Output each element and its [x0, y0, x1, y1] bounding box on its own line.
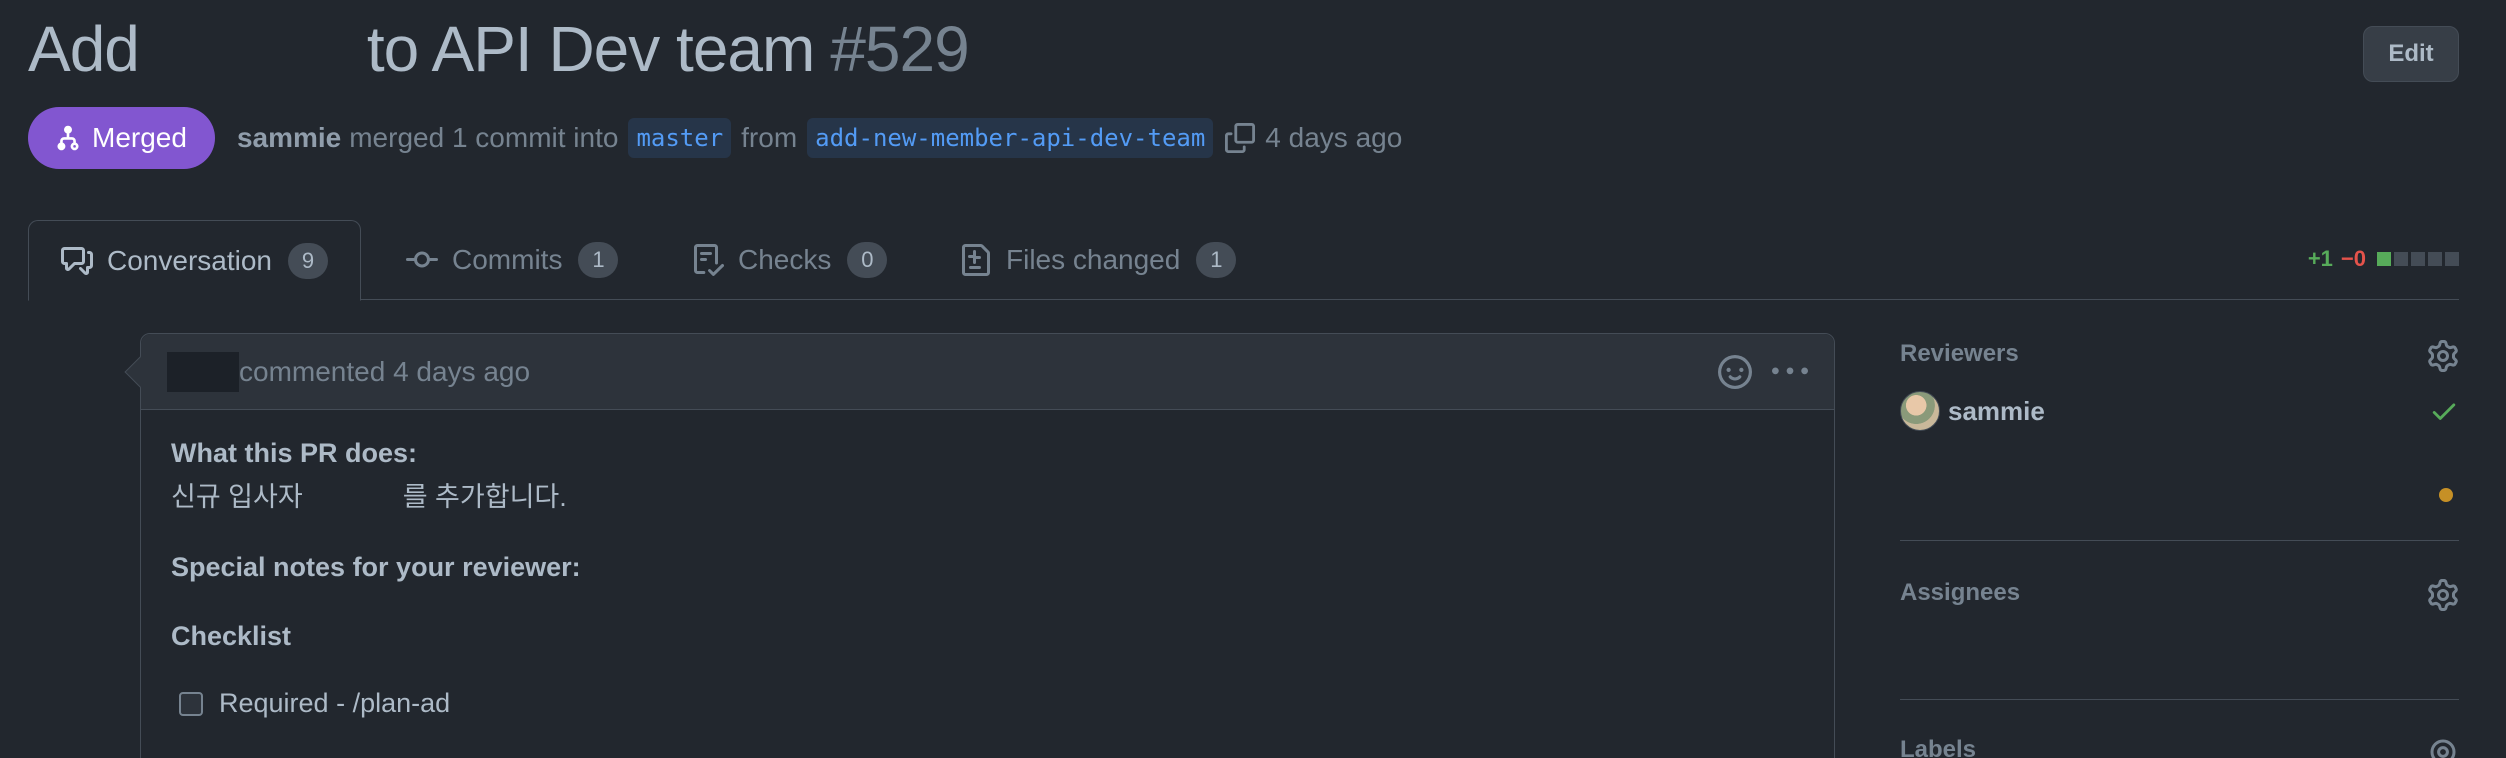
pr-number: #529 [830, 13, 969, 85]
file-diff-icon [960, 244, 992, 276]
merged-state-badge: Merged [28, 107, 215, 169]
tab-conversation[interactable]: Conversation 9 [28, 220, 361, 301]
assignees-section: Assignees [1900, 541, 2459, 699]
pr-meta: Merged sammie merged 1 commit into maste… [28, 106, 1402, 170]
tab-files-changed[interactable]: Files changed 1 [960, 220, 1237, 300]
copy-icon[interactable] [1225, 123, 1256, 153]
tab-counter: 1 [578, 242, 619, 278]
merge-time: 4 days ago [1265, 122, 1403, 153]
gear-icon[interactable] [2427, 579, 2459, 611]
redacted-author [167, 351, 239, 392]
diffstat-block [2394, 252, 2408, 266]
comment-timestamp[interactable]: commented 4 days ago [239, 356, 530, 388]
pr-title: Add to API Dev team #529 [28, 13, 970, 85]
gear-icon[interactable] [2427, 736, 2459, 758]
what-line: 신규 입사자 를 추가합니다. [171, 475, 1804, 514]
what-line-part2: 를 추가합니다. [402, 482, 567, 512]
from-text: from [741, 122, 798, 153]
task-checkbox[interactable] [179, 691, 203, 716]
what-heading: What this PR does: [171, 438, 418, 468]
diffstat-block [2445, 252, 2459, 266]
git-merge-icon [57, 125, 79, 151]
labels-title[interactable]: Labels [1900, 736, 2459, 758]
comment-header: commented 4 days ago [141, 334, 1834, 410]
reviewer-name[interactable]: sammie [1948, 396, 2045, 427]
tab-counter: 1 [1196, 242, 1237, 278]
gear-icon[interactable] [2427, 340, 2459, 372]
merge-author-link[interactable]: sammie [237, 122, 341, 154]
what-line-part1: 신규 입사자 [171, 482, 303, 512]
check-icon [2429, 396, 2459, 426]
tab-commits[interactable]: Commits 1 [406, 220, 619, 300]
smiley-icon[interactable] [1718, 355, 1752, 389]
assignees-title[interactable]: Assignees [1900, 579, 2459, 607]
comment-discussion-icon [61, 245, 93, 277]
diffstat-block [2377, 252, 2391, 266]
git-commit-icon [406, 244, 438, 276]
tab-counter: 9 [287, 242, 328, 279]
tab-counter: 0 [847, 242, 888, 278]
tab-checks[interactable]: Checks 0 [692, 220, 888, 300]
edit-title-button[interactable]: Edit [2363, 26, 2459, 82]
diff-additions: +1 [2307, 246, 2333, 271]
diffstat-block [2411, 252, 2425, 266]
pr-description-comment: commented 4 days ago What this PR does: … [124, 333, 1835, 758]
checklist-item: Required - /plan-ad [179, 688, 1804, 719]
redacted-name-gap [303, 475, 403, 514]
base-branch-link[interactable]: master [628, 118, 732, 158]
tab-label: Commits [452, 244, 563, 275]
tab-label: Files changed [1006, 244, 1181, 275]
notes-heading: Special notes for your reviewer: [171, 552, 581, 582]
pending-dot-icon [2439, 488, 2453, 502]
merge-text: merged 1 commit into [349, 122, 619, 153]
diffstat: +1 −0 [2308, 246, 2459, 272]
head-branch-link[interactable]: add-new-member-api-dev-team [807, 118, 1214, 158]
pr-title-part2: to API Dev team [366, 13, 815, 85]
tab-label: Conversation [107, 244, 272, 276]
diff-deletions: −0 [2340, 246, 2366, 271]
kebab-horizontal-icon[interactable] [1772, 354, 1808, 390]
diffstat-block [2428, 252, 2442, 266]
reviewers-title[interactable]: Reviewers [1900, 340, 2459, 368]
reviewer-row: sammie [1900, 390, 2459, 432]
avatar[interactable] [1900, 391, 1940, 431]
pr-tabs: Conversation 9 Commits 1 Checks 0 Files … [28, 220, 2459, 301]
comment-body: What this PR does: 신규 입사자 를 추가합니다. Speci… [141, 410, 1834, 719]
checklist-item-label: Required - /plan-ad [219, 688, 451, 718]
pr-title-part1: Add [28, 13, 140, 85]
checklist-icon [692, 244, 724, 276]
tab-label: Checks [738, 244, 832, 275]
reviewers-section: Reviewers sammie [1900, 340, 2459, 540]
checklist-heading: Checklist [171, 621, 292, 651]
sidebar: Reviewers sammie Assignees Labels [1900, 340, 2459, 758]
merged-label: Merged [92, 122, 187, 153]
labels-section: Labels [1900, 700, 2459, 758]
